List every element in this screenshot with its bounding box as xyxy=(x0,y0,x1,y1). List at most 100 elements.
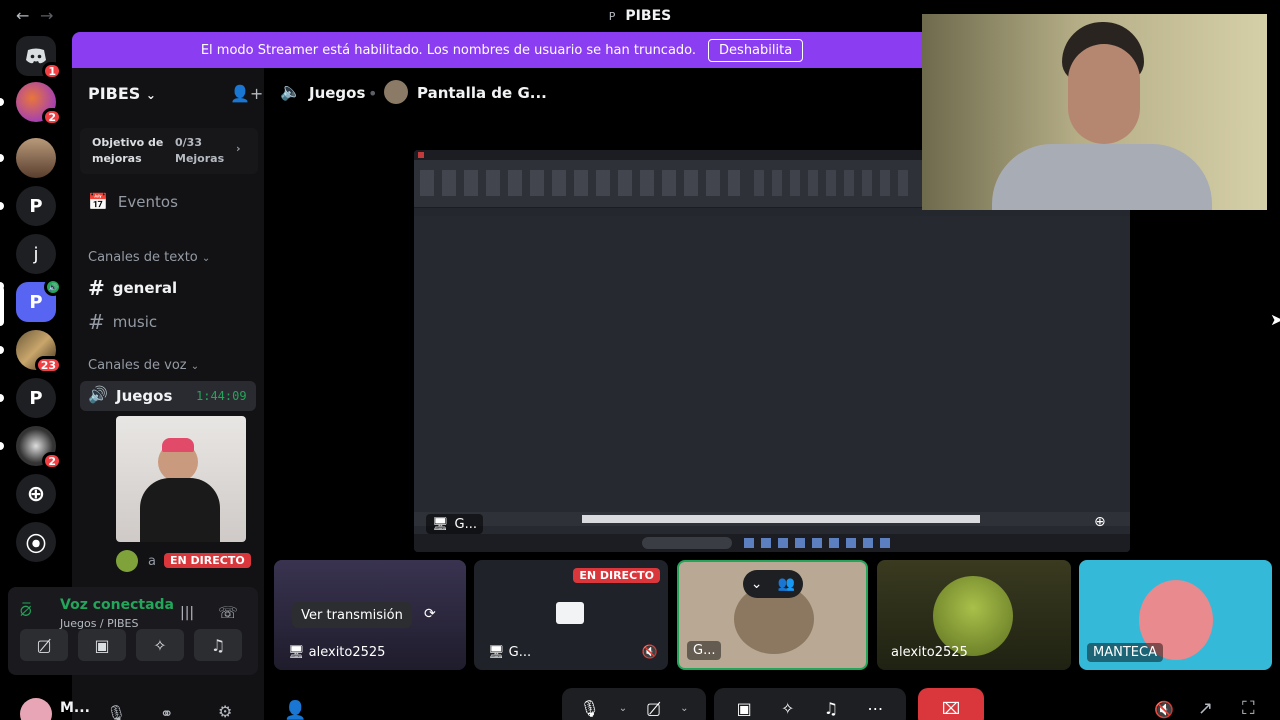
voice-channel-juegos[interactable]: 🔊 Juegos 1:44:09 xyxy=(80,381,256,411)
server-icon[interactable]: 23 xyxy=(16,330,62,374)
hash-icon: # xyxy=(88,276,105,300)
screen-share-icon: ▣ xyxy=(94,635,110,655)
activity-controls: ▣ ✧ ♫ ⋯ xyxy=(714,688,906,720)
unread-indicator xyxy=(0,442,4,450)
share-screen-button[interactable]: ▣ xyxy=(78,629,126,661)
user-avatar[interactable] xyxy=(20,698,52,720)
member-avatar[interactable] xyxy=(116,550,138,572)
voice-speaker-icon: 🔊 xyxy=(44,278,62,296)
disable-streamer-button[interactable]: Deshabilita xyxy=(708,38,804,62)
participant-tile[interactable]: alexito2525 xyxy=(877,560,1071,670)
participant-tile[interactable]: EN DIRECTO 🖥 G... 🔇 xyxy=(474,560,668,670)
voice-connection-panel: ⦱ Voz conectada Juegos / PIBES ||| ☏ ▢̸ … xyxy=(8,587,258,675)
microphone-icon[interactable]: 🎙 xyxy=(106,704,126,720)
leave-call-button[interactable]: ⌧ xyxy=(918,688,984,720)
activities-button[interactable]: ✧ xyxy=(136,629,184,661)
muted-speaker-icon[interactable]: 🔇 xyxy=(642,645,658,660)
server-icon[interactable] xyxy=(16,138,56,178)
screen-share-stream[interactable]: 🖥 G... ⊕ xyxy=(414,150,1130,552)
unread-indicator xyxy=(0,202,4,210)
noise-suppression-icon[interactable]: ||| xyxy=(180,605,194,621)
server-icon[interactable]: P xyxy=(16,378,56,418)
disconnect-icon[interactable]: ☏ xyxy=(218,603,238,622)
soundboard-icon[interactable]: ♫ xyxy=(824,699,838,718)
zoom-icon[interactable]: ⊕ xyxy=(1094,514,1106,530)
discord-logo-icon xyxy=(26,48,46,64)
watch-stream-button[interactable]: Ver transmisión xyxy=(292,602,412,628)
more-icon[interactable]: ⋯ xyxy=(867,699,883,718)
chevron-right-icon: › xyxy=(236,142,241,155)
server-badge: 2 xyxy=(42,108,62,126)
member-video-preview[interactable] xyxy=(116,416,246,542)
users-icon: 👥 xyxy=(777,576,796,592)
unread-indicator xyxy=(0,154,4,162)
chevron-down-icon[interactable]: ⌄ xyxy=(619,703,627,714)
voice-timer: 1:44:09 xyxy=(196,389,247,403)
server-icon[interactable]: 2 xyxy=(16,82,62,126)
events-item[interactable]: 📅 Eventos xyxy=(88,192,178,211)
server-name[interactable]: PIBES ⌄ xyxy=(88,84,156,103)
username: M... xyxy=(60,700,90,716)
text-channels-category[interactable]: Canales de texto ⌄ xyxy=(88,250,210,265)
invite-user-icon[interactable]: 👤 xyxy=(284,700,306,720)
taskbar xyxy=(414,534,1130,552)
microphone-icon[interactable]: 🎙 xyxy=(579,699,599,718)
speaker-icon: 🔊 xyxy=(88,385,108,404)
server-badge: 2 xyxy=(42,452,62,470)
screen-icon: 🖥 xyxy=(488,645,505,660)
chevron-down-icon: ⌄ xyxy=(190,361,200,372)
boost-goal[interactable]: Objetivo de mejoras 0/33 Mejoras › xyxy=(80,128,258,174)
server-badge: 1 xyxy=(42,62,62,80)
server-icon[interactable]: P xyxy=(16,186,56,226)
hash-icon: # xyxy=(88,310,105,334)
cap xyxy=(162,438,194,452)
chevron-down-icon: ⌄ xyxy=(201,253,211,264)
discover-button[interactable]: ⦿ xyxy=(16,522,56,562)
mouse-cursor-icon: ➤ xyxy=(1270,310,1280,329)
settings-gear-icon[interactable]: ⚙ xyxy=(218,702,232,720)
plus-icon: ⊕ xyxy=(26,481,46,507)
person-body xyxy=(140,478,220,542)
server-icon-selected[interactable]: P 🔊 xyxy=(16,278,62,322)
voice-status: Voz conectada xyxy=(60,597,174,613)
soundboard-button[interactable]: ♫ xyxy=(194,629,242,661)
chevron-down-icon: ⌄ xyxy=(750,576,763,592)
voice-channels-category[interactable]: Canales de voz ⌄ xyxy=(88,358,199,373)
stream-title: Pantalla de G... xyxy=(417,84,547,102)
unread-indicator xyxy=(0,346,4,354)
server-icon[interactable]: 2 xyxy=(16,426,62,470)
popout-icon[interactable]: ↗ xyxy=(1198,698,1213,719)
selected-indicator xyxy=(0,286,4,326)
chevron-down-icon[interactable]: ⌄ xyxy=(680,703,688,714)
server-icon[interactable]: j xyxy=(16,234,56,274)
rocket-icon[interactable]: ✧ xyxy=(781,699,794,718)
participant-tile[interactable]: Ver transmisión ⟳ 🖥 alexito2525 xyxy=(274,560,466,670)
calendar-icon: 📅 xyxy=(88,192,108,211)
channel-music[interactable]: # music xyxy=(88,310,157,334)
streamer-mode-banner: El modo Streamer está habilitado. Los no… xyxy=(72,32,932,68)
stream-label: 🖥 G... xyxy=(426,514,483,534)
discord-home-button[interactable]: 1 xyxy=(16,36,62,80)
popout-icon[interactable]: ⟳ xyxy=(424,606,436,622)
chevron-down-icon: ⌄ xyxy=(145,88,156,102)
person-shirt xyxy=(992,144,1212,210)
camera-off-icon[interactable]: ▢̸ xyxy=(646,699,661,718)
screen-icon: 🖥 xyxy=(432,516,449,532)
headphones-icon[interactable]: ⚭ xyxy=(160,704,173,720)
user-bar: M... 🎙 ⚭ ⚙ xyxy=(8,684,258,720)
live-badge: EN DIRECTO xyxy=(164,553,251,568)
channel-general[interactable]: # general xyxy=(88,276,177,300)
muted-speaker-icon[interactable]: 🔇 xyxy=(1154,700,1174,719)
add-server-button[interactable]: ⊕ xyxy=(16,474,56,514)
camera-off-icon: ▢̸ xyxy=(36,635,52,655)
streamer-avatar xyxy=(384,80,408,104)
speaker-icon: 🔈 xyxy=(280,82,302,102)
invite-user-icon[interactable]: 👤+ xyxy=(230,84,263,103)
fullscreen-icon[interactable]: ⛶ xyxy=(1242,698,1255,719)
participant-tile[interactable]: MANTECA xyxy=(1079,560,1272,670)
screen-icon: 🖥 xyxy=(288,645,305,660)
screen-share-icon[interactable]: ▣ xyxy=(737,699,752,718)
participant-tile-speaking[interactable]: ⌄ 👥 G... xyxy=(677,560,868,670)
tile-controls[interactable]: ⌄ 👥 xyxy=(743,570,803,598)
camera-off-button[interactable]: ▢̸ xyxy=(20,629,68,661)
